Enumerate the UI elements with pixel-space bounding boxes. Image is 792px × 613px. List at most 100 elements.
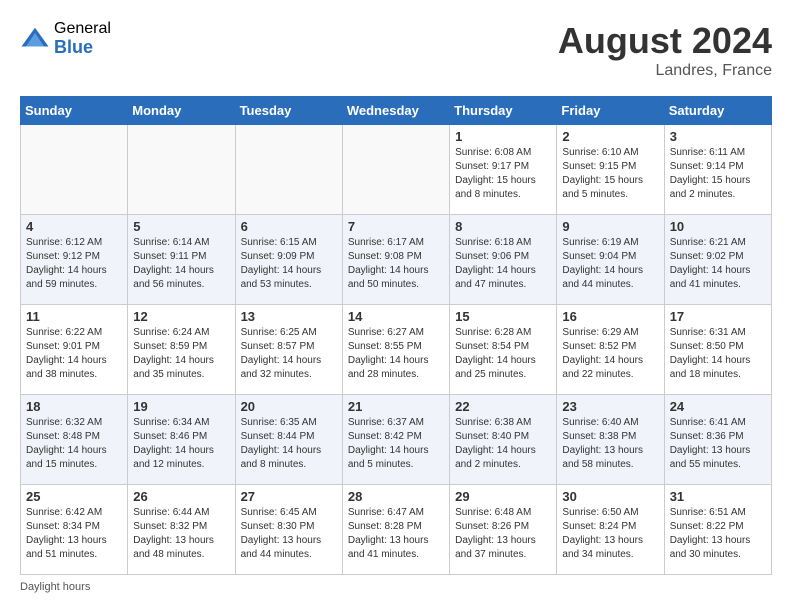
day-info: Sunrise: 6:27 AMSunset: 8:55 PMDaylight:…: [348, 326, 444, 382]
calendar-cell: 8 Sunrise: 6:18 AMSunset: 9:06 PMDaylight…: [450, 215, 557, 305]
weekday-saturday: Saturday: [664, 97, 771, 125]
title-area: August 2024 Landres, France: [558, 20, 772, 80]
calendar-cell: 1Sunrise: 6:08 AMSunset: 9:17 PMDaylight…: [450, 125, 557, 215]
calendar-cell: 3 Sunrise: 6:11 AMSunset: 9:14 PMDaylight…: [664, 125, 771, 215]
calendar-cell: 13 Sunrise: 6:25 AMSunset: 8:57 PMDayligh…: [235, 305, 342, 395]
logo-icon: [20, 24, 50, 54]
day-info: Sunrise: 6:11 AMSunset: 9:14 PMDaylight:…: [670, 146, 766, 202]
day-number: 29: [455, 489, 551, 504]
calendar-cell: 20 Sunrise: 6:35 AMSunset: 8:44 PMDayligh…: [235, 395, 342, 485]
day-info: Sunrise: 6:35 AMSunset: 8:44 PMDaylight:…: [241, 416, 337, 472]
calendar-cell: [235, 125, 342, 215]
day-number: 3: [670, 129, 766, 144]
calendar-cell: 22 Sunrise: 6:38 AMSunset: 8:40 PMDayligh…: [450, 395, 557, 485]
day-info: Sunrise: 6:51 AMSunset: 8:22 PMDaylight:…: [670, 506, 766, 562]
footer: Daylight hours: [20, 581, 772, 593]
weekday-thursday: Thursday: [450, 97, 557, 125]
calendar-cell: 24Sunrise: 6:41 AMSunset: 8:36 PMDayligh…: [664, 395, 771, 485]
day-number: 13: [241, 309, 337, 324]
calendar-cell: 27 Sunrise: 6:45 AMSunset: 8:30 PMDayligh…: [235, 485, 342, 575]
calendar-cell: 26 Sunrise: 6:44 AMSunset: 8:32 PMDayligh…: [128, 485, 235, 575]
day-info: Sunrise: 6:48 AMSunset: 8:26 PMDaylight:…: [455, 506, 551, 562]
day-info: Sunrise: 6:34 AMSunset: 8:46 PMDaylight:…: [133, 416, 229, 472]
day-number: 16: [562, 309, 658, 324]
calendar-cell: 11Sunrise: 6:22 AMSunset: 9:01 PMDayligh…: [21, 305, 128, 395]
day-info: Sunrise: 6:14 AMSunset: 9:11 PMDaylight:…: [133, 236, 229, 292]
day-number: 20: [241, 399, 337, 414]
header: General Blue August 2024 Landres, France: [20, 20, 772, 80]
calendar-cell: 28 Sunrise: 6:47 AMSunset: 8:28 PMDayligh…: [342, 485, 449, 575]
weekday-wednesday: Wednesday: [342, 97, 449, 125]
day-info: Sunrise: 6:40 AMSunset: 8:38 PMDaylight:…: [562, 416, 658, 472]
weekday-tuesday: Tuesday: [235, 97, 342, 125]
day-info: Sunrise: 6:17 AMSunset: 9:08 PMDaylight:…: [348, 236, 444, 292]
calendar-week-2: 4 Sunrise: 6:12 AMSunset: 9:12 PMDaylight…: [21, 215, 772, 305]
day-number: 15: [455, 309, 551, 324]
day-number: 18: [26, 399, 122, 414]
day-number: 14: [348, 309, 444, 324]
day-number: 17: [670, 309, 766, 324]
weekday-friday: Friday: [557, 97, 664, 125]
day-number: 19: [133, 399, 229, 414]
weekday-header-row: SundayMondayTuesdayWednesdayThursdayFrid…: [21, 97, 772, 125]
day-number: 2: [562, 129, 658, 144]
calendar-cell: 23 Sunrise: 6:40 AMSunset: 8:38 PMDayligh…: [557, 395, 664, 485]
calendar-cell: 15 Sunrise: 6:28 AMSunset: 8:54 PMDayligh…: [450, 305, 557, 395]
day-number: 28: [348, 489, 444, 504]
day-info: Sunrise: 6:28 AMSunset: 8:54 PMDaylight:…: [455, 326, 551, 382]
logo-general: General: [54, 20, 111, 38]
calendar-cell: 4 Sunrise: 6:12 AMSunset: 9:12 PMDaylight…: [21, 215, 128, 305]
calendar-cell: 10Sunrise: 6:21 AMSunset: 9:02 PMDayligh…: [664, 215, 771, 305]
weekday-sunday: Sunday: [21, 97, 128, 125]
day-info: Sunrise: 6:37 AMSunset: 8:42 PMDaylight:…: [348, 416, 444, 472]
day-info: Sunrise: 6:44 AMSunset: 8:32 PMDaylight:…: [133, 506, 229, 562]
calendar-table: SundayMondayTuesdayWednesdayThursdayFrid…: [20, 96, 772, 575]
day-number: 26: [133, 489, 229, 504]
day-info: Sunrise: 6:41 AMSunset: 8:36 PMDaylight:…: [670, 416, 766, 472]
day-number: 6: [241, 219, 337, 234]
calendar-cell: 12 Sunrise: 6:24 AMSunset: 8:59 PMDayligh…: [128, 305, 235, 395]
calendar-cell: 2 Sunrise: 6:10 AMSunset: 9:15 PMDaylight…: [557, 125, 664, 215]
day-number: 23: [562, 399, 658, 414]
day-number: 22: [455, 399, 551, 414]
calendar-cell: 31Sunrise: 6:51 AMSunset: 8:22 PMDayligh…: [664, 485, 771, 575]
weekday-monday: Monday: [128, 97, 235, 125]
day-info: Sunrise: 6:47 AMSunset: 8:28 PMDaylight:…: [348, 506, 444, 562]
day-number: 30: [562, 489, 658, 504]
day-info: Sunrise: 6:50 AMSunset: 8:24 PMDaylight:…: [562, 506, 658, 562]
day-number: 12: [133, 309, 229, 324]
calendar-cell: 9Sunrise: 6:19 AMSunset: 9:04 PMDaylight…: [557, 215, 664, 305]
day-info: Sunrise: 6:25 AMSunset: 8:57 PMDaylight:…: [241, 326, 337, 382]
day-number: 21: [348, 399, 444, 414]
logo-text: General Blue: [54, 20, 111, 57]
calendar-cell: 16 Sunrise: 6:29 AMSunset: 8:52 PMDayligh…: [557, 305, 664, 395]
daylight-label: Daylight hours: [20, 581, 90, 593]
day-number: 8: [455, 219, 551, 234]
day-info: Sunrise: 6:38 AMSunset: 8:40 PMDaylight:…: [455, 416, 551, 472]
day-info: Sunrise: 6:10 AMSunset: 9:15 PMDaylight:…: [562, 146, 658, 202]
day-info: Sunrise: 6:18 AMSunset: 9:06 PMDaylight:…: [455, 236, 551, 292]
day-info: Sunrise: 6:12 AMSunset: 9:12 PMDaylight:…: [26, 236, 122, 292]
day-info: Sunrise: 6:29 AMSunset: 8:52 PMDaylight:…: [562, 326, 658, 382]
day-info: Sunrise: 6:21 AMSunset: 9:02 PMDaylight:…: [670, 236, 766, 292]
day-number: 11: [26, 309, 122, 324]
calendar-cell: 14 Sunrise: 6:27 AMSunset: 8:55 PMDayligh…: [342, 305, 449, 395]
day-number: 27: [241, 489, 337, 504]
logo: General Blue: [20, 20, 111, 57]
calendar-cell: [128, 125, 235, 215]
calendar-cell: 19 Sunrise: 6:34 AMSunset: 8:46 PMDayligh…: [128, 395, 235, 485]
calendar-cell: 30 Sunrise: 6:50 AMSunset: 8:24 PMDayligh…: [557, 485, 664, 575]
day-number: 4: [26, 219, 122, 234]
day-info: Sunrise: 6:45 AMSunset: 8:30 PMDaylight:…: [241, 506, 337, 562]
calendar-cell: 17Sunrise: 6:31 AMSunset: 8:50 PMDayligh…: [664, 305, 771, 395]
calendar-cell: [342, 125, 449, 215]
day-info: Sunrise: 6:24 AMSunset: 8:59 PMDaylight:…: [133, 326, 229, 382]
calendar-cell: 21 Sunrise: 6:37 AMSunset: 8:42 PMDayligh…: [342, 395, 449, 485]
calendar-week-5: 25Sunrise: 6:42 AMSunset: 8:34 PMDayligh…: [21, 485, 772, 575]
logo-blue: Blue: [54, 38, 111, 58]
calendar-cell: [21, 125, 128, 215]
calendar-cell: 25Sunrise: 6:42 AMSunset: 8:34 PMDayligh…: [21, 485, 128, 575]
location: Landres, France: [558, 62, 772, 80]
calendar-week-1: 1Sunrise: 6:08 AMSunset: 9:17 PMDaylight…: [21, 125, 772, 215]
day-number: 9: [562, 219, 658, 234]
